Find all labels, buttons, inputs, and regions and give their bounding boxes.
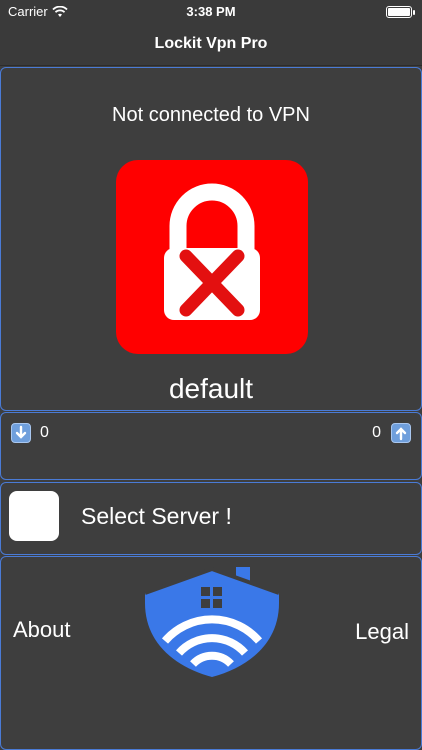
- download-arrow-icon: [11, 423, 31, 443]
- status-bar: Carrier 3:38 PM: [0, 0, 422, 24]
- connection-panel: Not connected to VPN default: [0, 67, 422, 411]
- traffic-panel: 0 0: [0, 412, 422, 480]
- lock-disconnected-icon: [164, 183, 260, 320]
- status-time: 3:38 PM: [186, 4, 236, 19]
- select-server-button[interactable]: Select Server !: [0, 482, 422, 555]
- server-name: default: [168, 373, 254, 404]
- navigation-bar: Lockit Vpn Pro: [0, 24, 422, 66]
- battery-icon: [386, 6, 415, 18]
- legal-button[interactable]: Legal: [355, 619, 409, 645]
- page-title: Lockit Vpn Pro: [154, 35, 268, 52]
- about-button[interactable]: About: [13, 617, 71, 643]
- server-flag-icon: [9, 491, 59, 541]
- home-shield-logo: [144, 566, 280, 677]
- upload-count: 0: [372, 424, 381, 441]
- connection-status-text: Not connected to VPN: [112, 104, 310, 126]
- upload-arrow-icon: [391, 423, 411, 443]
- download-count: 0: [40, 424, 49, 441]
- select-server-label: Select Server !: [81, 503, 232, 529]
- footer-panel: About Legal: [0, 556, 422, 750]
- connect-toggle-button[interactable]: [116, 160, 308, 354]
